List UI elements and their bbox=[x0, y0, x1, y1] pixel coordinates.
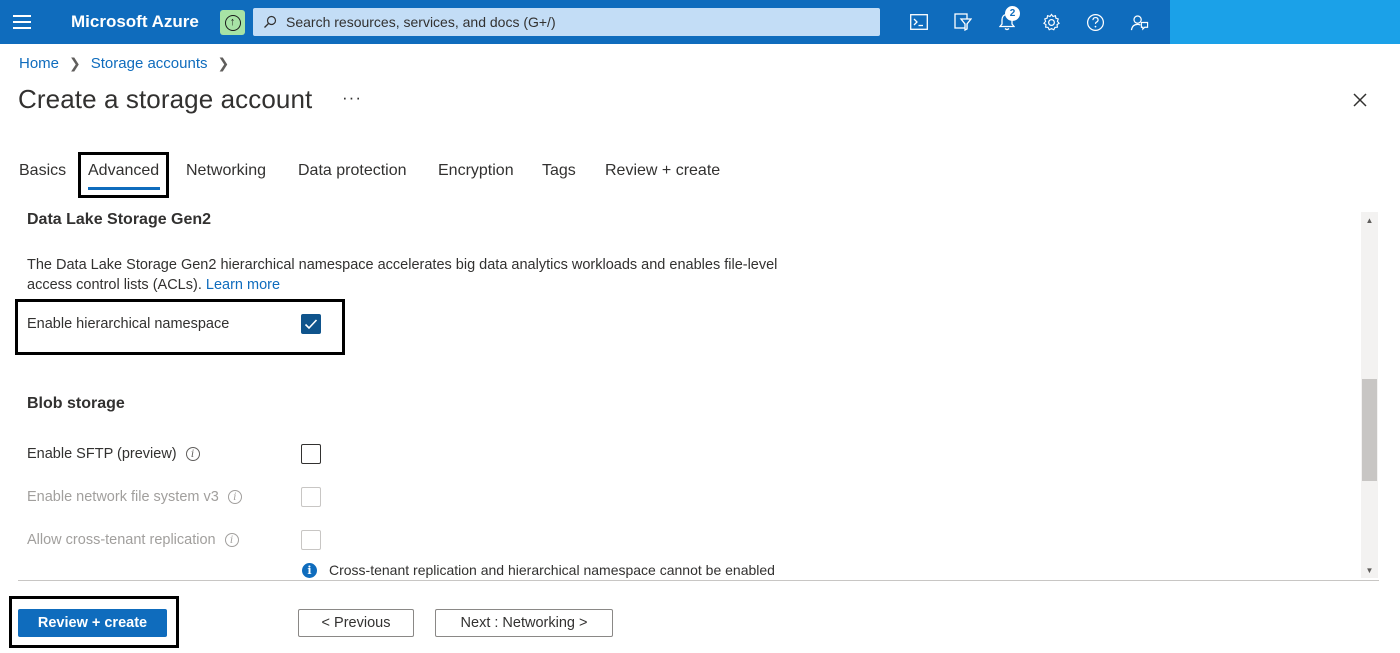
search-placeholder[interactable]: Search resources, services, and docs (G+… bbox=[286, 14, 556, 30]
cross-tenant-checkbox bbox=[301, 530, 321, 550]
tab-encryption[interactable]: Encryption bbox=[438, 162, 514, 180]
close-icon[interactable] bbox=[1351, 91, 1369, 109]
next-networking-button[interactable]: Next : Networking > bbox=[435, 609, 613, 637]
tab-review-create[interactable]: Review + create bbox=[605, 162, 720, 180]
highlight-box-advanced-tab bbox=[78, 152, 169, 198]
sftp-checkbox[interactable] bbox=[301, 444, 321, 464]
learn-more-link[interactable]: Learn more bbox=[206, 277, 280, 293]
feedback-icon[interactable] bbox=[1117, 0, 1161, 44]
data-lake-description: The Data Lake Storage Gen2 hierarchical … bbox=[27, 256, 817, 295]
content-scrollbar[interactable]: ▲ ▼ bbox=[1361, 212, 1378, 578]
help-icon[interactable] bbox=[1073, 0, 1117, 44]
breadcrumb-storage-accounts[interactable]: Storage accounts bbox=[91, 55, 208, 72]
nfs-label-text: Enable network file system v3 bbox=[27, 489, 219, 505]
more-options-icon[interactable]: ··· bbox=[342, 88, 362, 108]
directory-filter-icon[interactable] bbox=[941, 0, 985, 44]
info-icon[interactable]: i bbox=[185, 447, 200, 461]
brand-title[interactable]: Microsoft Azure bbox=[71, 12, 199, 32]
tab-networking[interactable]: Networking bbox=[186, 162, 266, 180]
settings-icon[interactable] bbox=[1029, 0, 1073, 44]
info-filled-icon: i bbox=[302, 562, 317, 578]
breadcrumb-home[interactable]: Home bbox=[19, 55, 59, 72]
notifications-icon[interactable]: 2 bbox=[985, 0, 1029, 44]
tab-basics[interactable]: Basics bbox=[19, 162, 66, 180]
upgrade-icon[interactable]: ↑ bbox=[220, 10, 245, 35]
sftp-label: Enable SFTP (preview) i bbox=[27, 446, 200, 462]
highlight-box-hns bbox=[15, 299, 345, 355]
blob-section-title: Blob storage bbox=[27, 395, 125, 412]
scrollbar-thumb[interactable] bbox=[1362, 379, 1377, 481]
breadcrumb: Home ❯ Storage accounts ❯ bbox=[19, 55, 239, 72]
chevron-right-icon: ❯ bbox=[217, 55, 230, 71]
scroll-up-arrow-icon[interactable]: ▲ bbox=[1361, 212, 1378, 228]
hamburger-menu-icon[interactable] bbox=[12, 12, 32, 32]
global-search-box[interactable]: Search resources, services, and docs (G+… bbox=[253, 8, 880, 36]
footer-divider bbox=[18, 580, 1379, 581]
sftp-label-text: Enable SFTP (preview) bbox=[27, 446, 177, 462]
notification-count-badge: 2 bbox=[1005, 6, 1020, 21]
info-icon[interactable]: i bbox=[224, 533, 239, 547]
previous-button[interactable]: < Previous bbox=[298, 609, 414, 637]
cross-tenant-notice-text: Cross-tenant replication and hierarchica… bbox=[329, 562, 775, 578]
data-lake-description-text: The Data Lake Storage Gen2 hierarchical … bbox=[27, 257, 778, 293]
top-bar: Microsoft Azure ↑ Search resources, serv… bbox=[0, 0, 1400, 44]
cross-tenant-label-text: Allow cross-tenant replication bbox=[27, 532, 216, 548]
nfs-label: Enable network file system v3 i bbox=[27, 489, 242, 505]
chevron-right-icon: ❯ bbox=[69, 55, 81, 71]
account-area[interactable] bbox=[1170, 0, 1400, 44]
tab-data-protection[interactable]: Data protection bbox=[298, 162, 407, 180]
data-lake-section-title: Data Lake Storage Gen2 bbox=[27, 211, 212, 228]
search-icon bbox=[263, 15, 277, 29]
scroll-down-arrow-icon[interactable]: ▼ bbox=[1361, 562, 1378, 578]
highlight-box-review-create bbox=[9, 596, 179, 648]
nfs-checkbox bbox=[301, 487, 321, 507]
cloud-shell-icon[interactable] bbox=[897, 0, 941, 44]
tab-tags[interactable]: Tags bbox=[542, 162, 576, 180]
cross-tenant-notice: i Cross-tenant replication and hierarchi… bbox=[302, 562, 775, 578]
cross-tenant-label: Allow cross-tenant replication i bbox=[27, 532, 239, 548]
info-icon[interactable]: i bbox=[227, 490, 242, 504]
page-title: Create a storage account bbox=[18, 84, 313, 114]
